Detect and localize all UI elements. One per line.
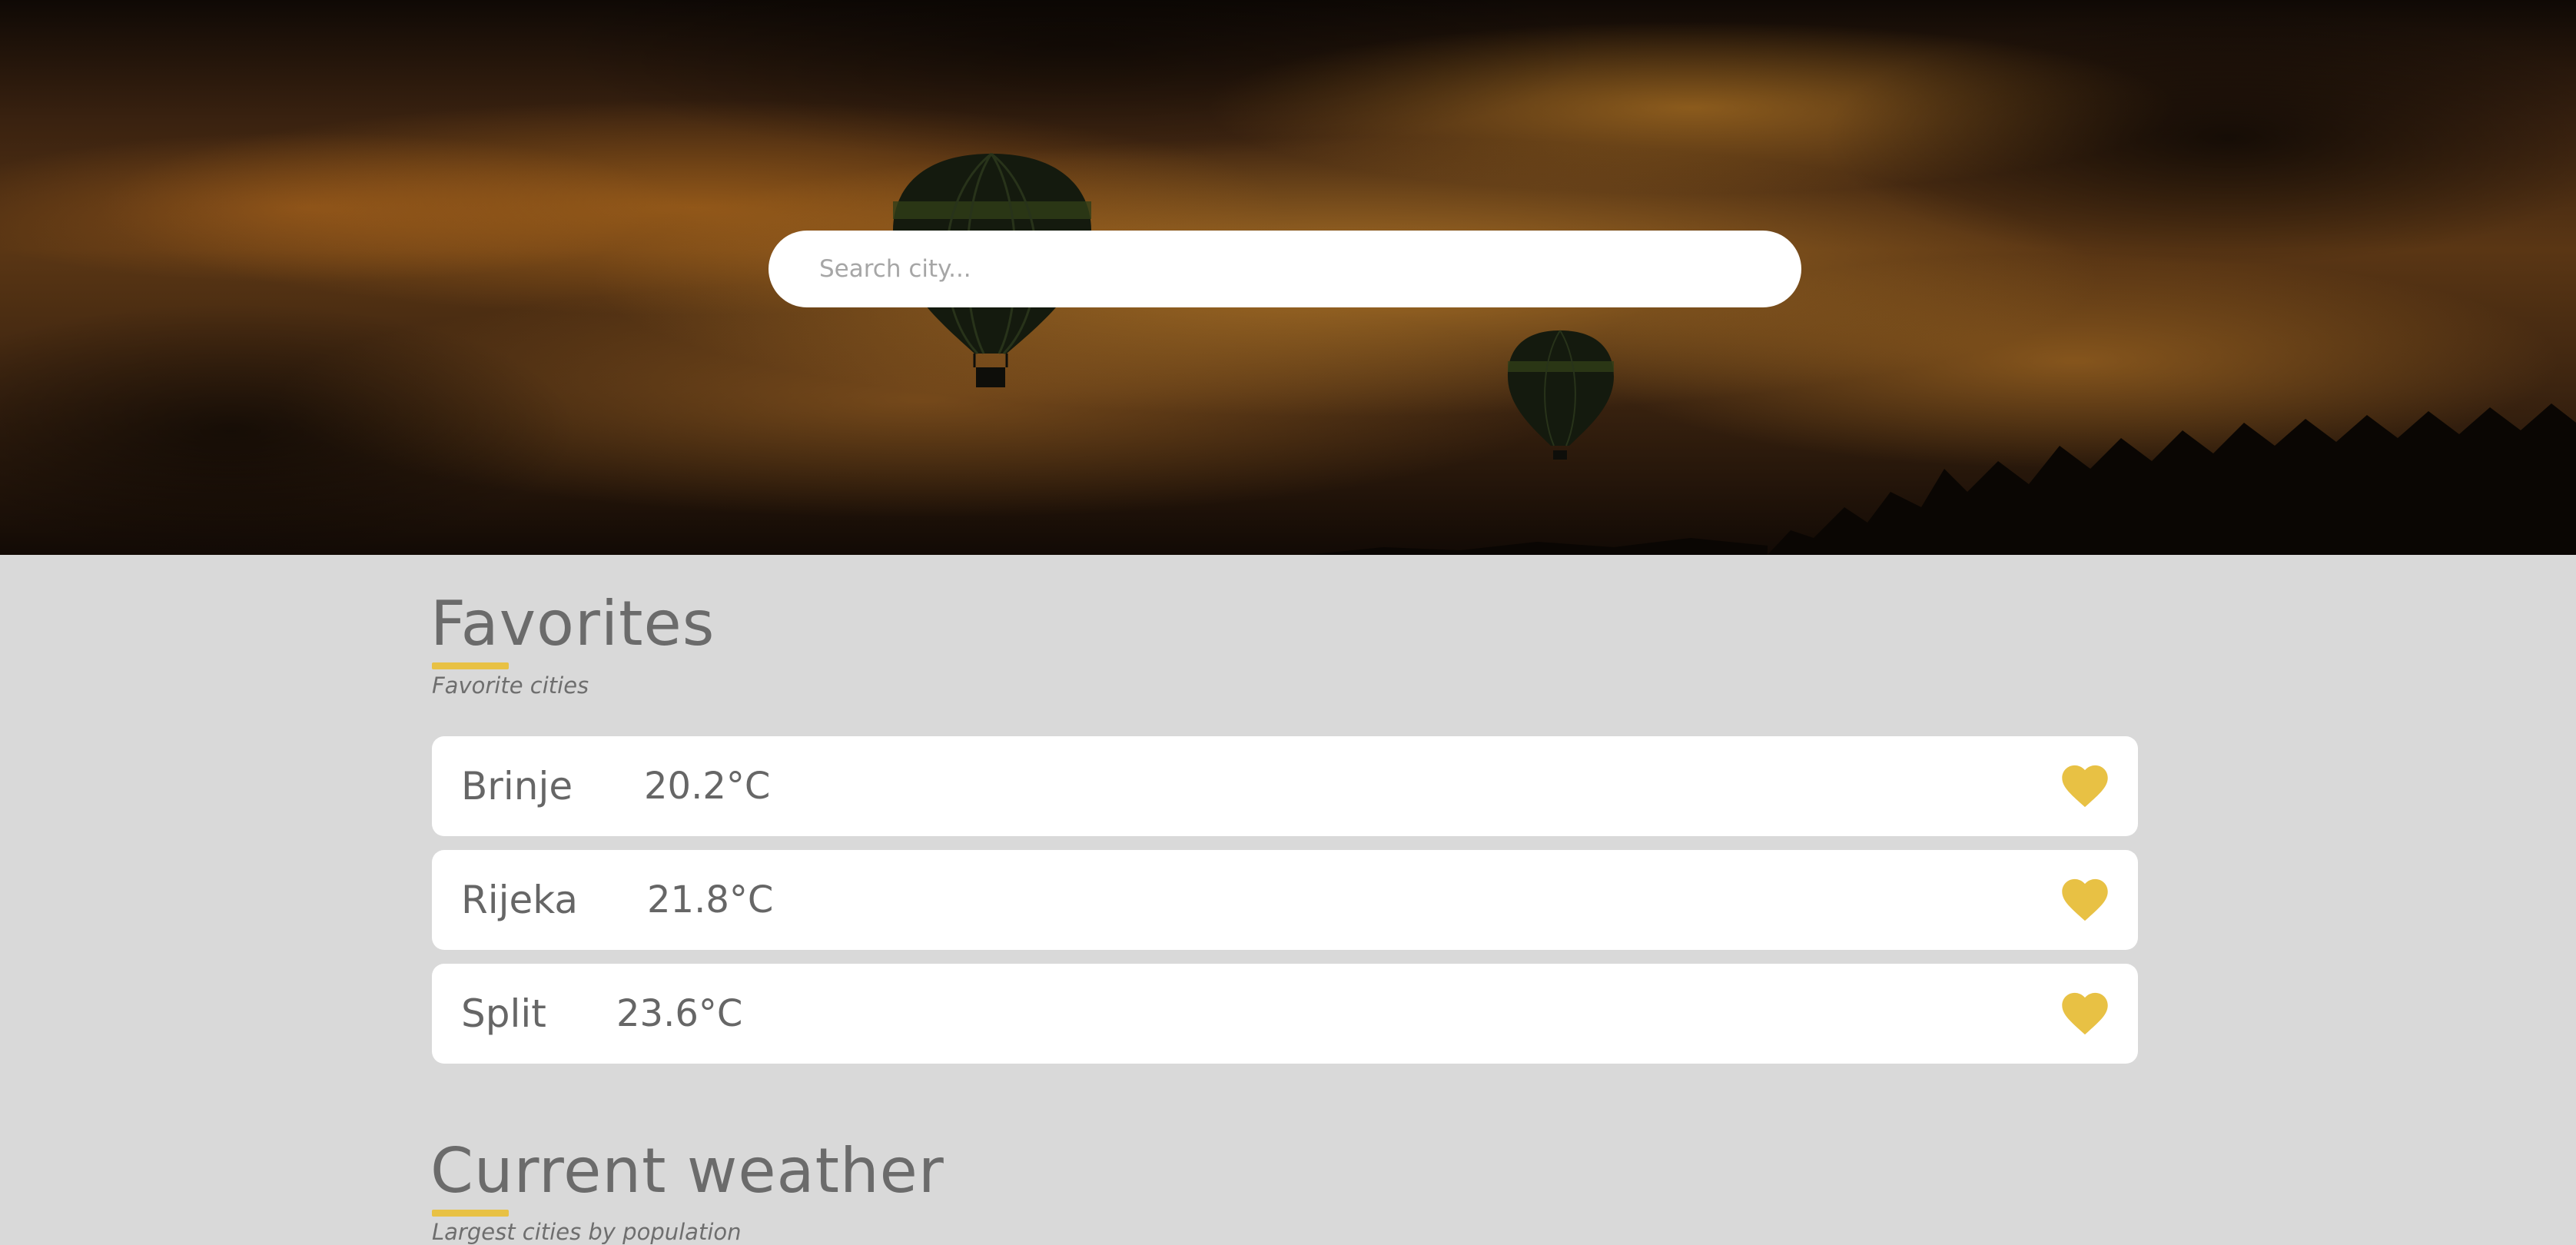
heart-icon[interactable] [2061, 877, 2109, 923]
search-bar[interactable] [768, 231, 1801, 307]
heart-icon[interactable] [2061, 991, 2109, 1037]
favorite-city-temperature: 23.6°C [616, 992, 743, 1035]
current-weather-title-accent [432, 1210, 509, 1217]
hot-air-balloon-small [1508, 330, 1614, 460]
hero-banner [0, 0, 2576, 555]
tree-silhouette [1768, 403, 2576, 555]
favorite-city-name: Brinje [461, 764, 573, 808]
favorite-city-card[interactable]: Rijeka 21.8°C [432, 850, 2138, 950]
favorites-title-accent [432, 662, 509, 669]
search-input[interactable] [768, 231, 1801, 307]
ground-silhouette [1306, 538, 1768, 555]
favorite-city-card[interactable]: Brinje 20.2°C [432, 736, 2138, 836]
favorite-city-temperature: 20.2°C [644, 765, 771, 808]
favorite-city-name: Rijeka [461, 878, 579, 922]
favorite-city-card[interactable]: Split 23.6°C [432, 964, 2138, 1064]
heart-icon[interactable] [2061, 763, 2109, 809]
favorite-city-name: Split [461, 991, 546, 1036]
favorite-city-temperature: 21.8°C [647, 878, 774, 921]
favorites-subtitle: Favorite cities [432, 672, 589, 699]
favorites-title: Favorites [430, 588, 715, 659]
current-weather-subtitle: Largest cities by population [432, 1219, 742, 1245]
current-weather-title: Current weather [430, 1135, 944, 1207]
